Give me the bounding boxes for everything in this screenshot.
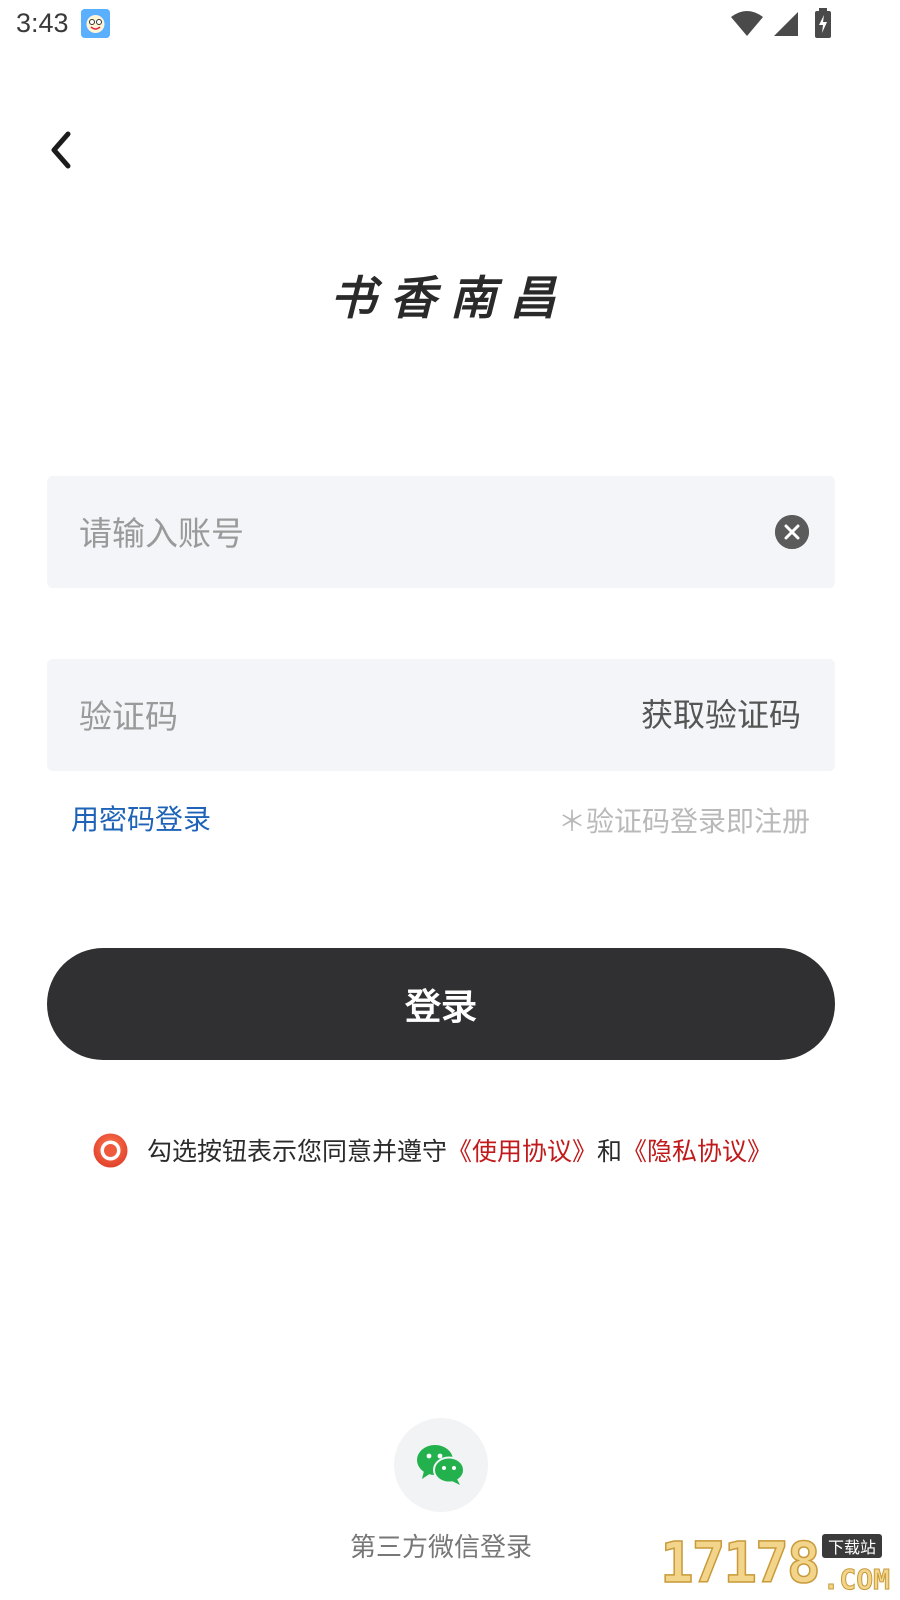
register-hint: ＊验证码登录即注册 (557, 805, 810, 838)
agreement-row: 勾选按钮表示您同意并遵守 《使用协议》 和 《隐私协议》 (92, 1130, 812, 1170)
close-circle-icon (775, 515, 809, 549)
battery-charging-icon (814, 8, 832, 42)
login-button[interactable]: 登录 (47, 948, 835, 1060)
login-screen: 3:43 书香南昌 请输入账号 验证码 获取验证码 用密码登录 ＊验证码登录即注… (0, 0, 900, 1600)
privacy-link[interactable]: 《隐私协议》 (622, 1132, 772, 1168)
code-field-container: 获取验证码 (47, 659, 835, 773)
radio-unchecked-icon (93, 1133, 128, 1167)
watermark-logo: 17178 下载站 .COM (659, 1530, 890, 1597)
watermark-tag: 下载站 (821, 1534, 882, 1558)
agreement-prefix: 勾选按钮表示您同意并遵守 (147, 1137, 448, 1166)
agreement-conjunction: 和 (597, 1137, 623, 1166)
status-time: 3:43 (16, 8, 69, 38)
verification-code-input[interactable] (77, 659, 641, 773)
terms-link[interactable]: 《使用协议》 (447, 1132, 597, 1168)
watermark-digits: 17178 (659, 1530, 821, 1597)
agree-radio[interactable] (92, 1132, 129, 1169)
get-code-button[interactable]: 获取验证码 (641, 659, 801, 771)
account-input[interactable] (77, 476, 641, 590)
chevron-left-icon (51, 131, 71, 169)
wifi-icon (730, 10, 764, 42)
smiley-app-icon (81, 9, 110, 38)
password-login-link[interactable]: 用密码登录 (71, 798, 211, 838)
status-bar: 3:43 (0, 0, 900, 48)
watermark-domain: .COM (822, 1563, 890, 1597)
account-field-container (47, 476, 835, 590)
app-logo-text: 书香南昌 (330, 271, 570, 325)
wechat-login-button[interactable] (394, 1418, 488, 1512)
wechat-icon (417, 1445, 465, 1485)
signal-icon (772, 10, 800, 42)
clear-account-button[interactable] (775, 515, 809, 549)
back-button[interactable] (36, 120, 86, 180)
